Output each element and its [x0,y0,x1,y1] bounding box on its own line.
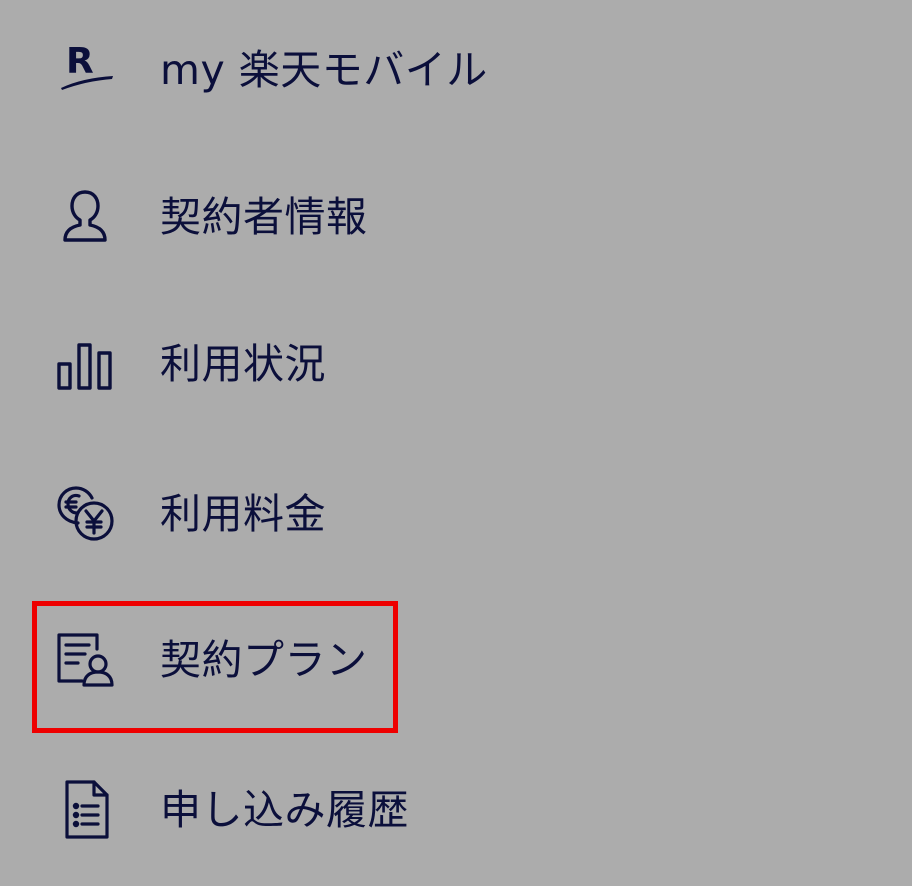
bar-chart-icon [52,331,118,397]
menu-item-usage-status[interactable]: 利用状況 [0,304,912,424]
document-list-icon [52,777,118,843]
svg-text:R: R [66,41,94,82]
menu-item-contractor-info[interactable]: 契約者情報 [0,157,912,277]
menu-item-application-history[interactable]: 申し込み履歴 [0,750,912,870]
menu-item-usage-fee[interactable]: 利用料金 [0,454,912,574]
person-icon [52,184,118,250]
menu-item-label: my 楽天モバイル [160,45,488,94]
menu-item-contract-plan[interactable]: 契約プラン [0,600,912,720]
menu-item-my-rakuten-mobile[interactable]: R my 楽天モバイル [0,10,912,130]
menu-item-label: 利用料金 [160,489,326,538]
contract-plan-icon [52,627,118,693]
menu-item-label: 契約プラン [160,635,368,684]
menu-item-label: 契約者情報 [160,192,368,241]
menu-item-label: 申し込み履歴 [160,785,409,834]
side-menu: R my 楽天モバイル 契約者情報 利用状況 利用料金 契約プラン 申し込み履歴 [0,0,912,886]
rakuten-logo-icon: R [52,37,118,103]
menu-item-label: 利用状況 [160,339,326,388]
coins-yen-icon [52,481,118,547]
